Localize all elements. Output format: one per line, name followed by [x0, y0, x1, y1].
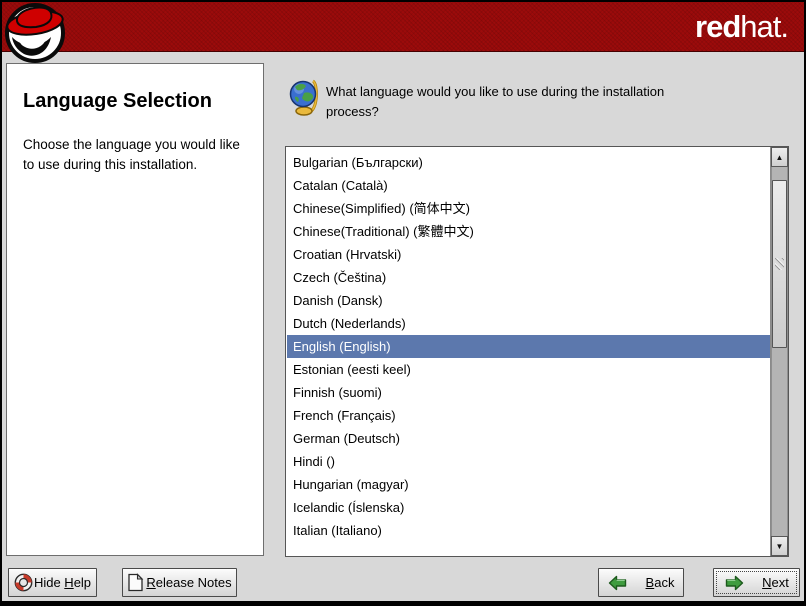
language-label: Bulgarian (Български): [293, 155, 423, 170]
scroll-down-button[interactable]: ▼: [771, 536, 788, 556]
language-label: Chinese(Traditional) (繁體中文): [293, 224, 474, 239]
language-list-item[interactable]: French (Français): [287, 404, 770, 427]
back-button[interactable]: Back: [598, 568, 684, 597]
language-label: Hungarian (magyar): [293, 477, 409, 492]
next-button[interactable]: Next: [713, 568, 800, 597]
header-bar: redhat.: [2, 2, 804, 52]
arrow-right-icon: [724, 575, 744, 591]
language-label: Estonian (eesti keel): [293, 362, 411, 377]
language-label: Chinese(Simplified) (简体中文): [293, 201, 470, 216]
button-label: Next: [762, 575, 789, 590]
button-label: Release Notes: [146, 575, 231, 590]
language-label: Czech (Čeština): [293, 270, 386, 285]
lifebuoy-icon: [14, 573, 33, 592]
language-list: Bulgarian (Български) Catalan (Català) Chi…: [287, 148, 770, 555]
arrow-down-icon: ▼: [776, 542, 784, 551]
language-label: Catalan (Català): [293, 178, 388, 193]
scroll-up-button[interactable]: ▲: [771, 147, 788, 167]
language-list-item[interactable]: Croatian (Hrvatski): [287, 243, 770, 266]
page-title: Language Selection: [23, 90, 247, 113]
brand-bold: red: [695, 9, 740, 44]
document-icon: [127, 573, 144, 592]
language-label: French (Français): [293, 408, 396, 423]
language-label: English (English): [293, 339, 391, 354]
arrow-up-icon: ▲: [776, 153, 784, 162]
language-label: Italian (Italiano): [293, 523, 382, 538]
question-text: What language would you like to use duri…: [326, 82, 698, 122]
language-label: Dutch (Nederlands): [293, 316, 406, 331]
language-listbox: Bulgarian (Български) Catalan (Català) Chi…: [285, 146, 789, 557]
language-list-item[interactable]: Danish (Dansk): [287, 289, 770, 312]
scrollbar-grip: [775, 258, 784, 270]
language-list-item[interactable]: Czech (Čeština): [287, 266, 770, 289]
installer-window: redhat. Language Selection Choose the la…: [0, 0, 806, 606]
language-label: Danish (Dansk): [293, 293, 383, 308]
language-list-item[interactable]: Dutch (Nederlands): [287, 312, 770, 335]
language-label: Icelandic (Íslenska): [293, 500, 404, 515]
help-text: Choose the language you would like to us…: [23, 135, 247, 176]
language-list-item[interactable]: Bulgarian (Български): [287, 151, 770, 174]
language-list-item[interactable]: Chinese(Traditional) (繁體中文): [287, 220, 770, 243]
language-list-item[interactable]: Hindi (): [287, 450, 770, 473]
redhat-shadowman-icon: [5, 2, 65, 64]
language-list-item[interactable]: Chinese(Simplified) (简体中文): [287, 197, 770, 220]
language-label: Croatian (Hrvatski): [293, 247, 401, 262]
scrollbar-track[interactable]: [771, 167, 788, 536]
brand-period: .: [780, 9, 788, 44]
language-label: Hindi (): [293, 454, 335, 469]
redhat-wordmark: redhat.: [695, 8, 788, 46]
button-label: Back: [646, 575, 675, 590]
arrow-left-icon: [608, 575, 628, 591]
language-list-item[interactable]: German (Deutsch): [287, 427, 770, 450]
globe-icon: [289, 78, 319, 116]
help-panel: Language Selection Choose the language y…: [6, 63, 264, 556]
vertical-scrollbar[interactable]: ▲ ▼: [770, 147, 788, 556]
button-label: Hide Help: [34, 575, 91, 590]
hide-help-button[interactable]: Hide Help: [8, 568, 97, 597]
language-label: German (Deutsch): [293, 431, 400, 446]
language-list-item[interactable]: Finnish (suomi): [287, 381, 770, 404]
language-list-item[interactable]: Icelandic (Íslenska): [287, 496, 770, 519]
brand-light: hat: [740, 9, 780, 44]
scrollbar-thumb[interactable]: [772, 180, 787, 348]
language-list-item[interactable]: Hungarian (magyar): [287, 473, 770, 496]
language-label: Finnish (suomi): [293, 385, 382, 400]
language-list-item[interactable]: Estonian (eesti keel): [287, 358, 770, 381]
language-list-item[interactable]: Catalan (Català): [287, 174, 770, 197]
language-list-item[interactable]: English (English): [287, 335, 770, 358]
language-list-item[interactable]: Italian (Italiano): [287, 519, 770, 542]
release-notes-button[interactable]: Release Notes: [122, 568, 237, 597]
